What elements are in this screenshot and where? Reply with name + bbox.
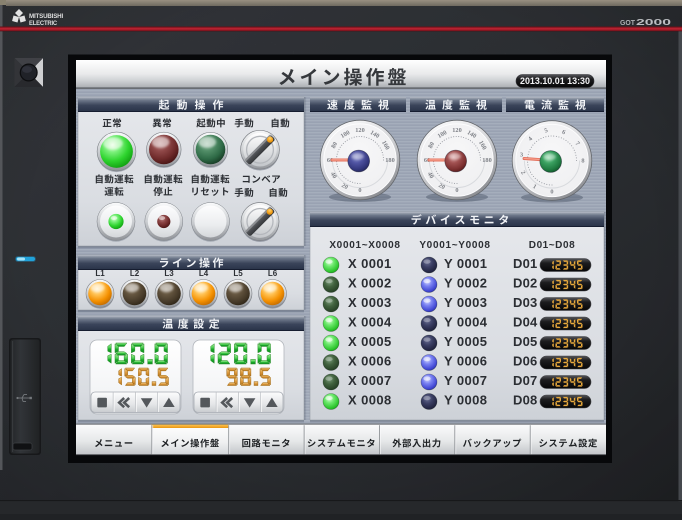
svg-text:X 0007: X 0007 — [348, 373, 392, 388]
svg-text:L2: L2 — [130, 269, 140, 278]
svg-text:L6: L6 — [268, 269, 278, 278]
svg-text:0: 0 — [358, 187, 361, 194]
svg-text:D03: D03 — [513, 295, 537, 310]
svg-text:Y 0001: Y 0001 — [444, 256, 487, 271]
svg-text:0: 0 — [550, 189, 553, 196]
svg-text:120: 120 — [355, 127, 364, 134]
svg-text:ELECTRIC: ELECTRIC — [29, 20, 57, 27]
svg-text:Y 0003: Y 0003 — [444, 295, 487, 310]
svg-text:L1: L1 — [95, 269, 105, 278]
svg-text:X 0001: X 0001 — [348, 256, 392, 271]
svg-text:0: 0 — [455, 187, 458, 194]
svg-text:180: 180 — [385, 157, 394, 164]
svg-text:Y 0002: Y 0002 — [444, 276, 487, 291]
svg-text:D02: D02 — [513, 276, 537, 291]
svg-text:2000: 2000 — [636, 17, 671, 27]
svg-text:Y 0004: Y 0004 — [444, 315, 488, 330]
svg-text:D08: D08 — [513, 393, 537, 408]
svg-text:D07: D07 — [513, 373, 537, 388]
svg-text:L5: L5 — [233, 269, 243, 278]
svg-text:X 0003: X 0003 — [348, 295, 392, 310]
svg-text:Y0001~Y0008: Y0001~Y0008 — [419, 240, 490, 251]
svg-text:X0001~X0008: X0001~X0008 — [329, 240, 400, 251]
svg-text:X 0005: X 0005 — [348, 334, 392, 349]
svg-text:D06: D06 — [513, 354, 537, 369]
svg-text:2013.10.01 13:30: 2013.10.01 13:30 — [520, 76, 590, 86]
svg-text:X 0002: X 0002 — [348, 276, 392, 291]
svg-text:Y 0007: Y 0007 — [444, 373, 487, 388]
svg-text:Y 0006: Y 0006 — [444, 354, 487, 369]
svg-text:3: 3 — [520, 152, 523, 159]
svg-text:D05: D05 — [513, 334, 537, 349]
svg-text:Y 0008: Y 0008 — [444, 393, 487, 408]
svg-text:120: 120 — [452, 127, 461, 134]
svg-text:D01: D01 — [513, 256, 537, 271]
svg-text:8: 8 — [581, 158, 584, 165]
svg-text:Y 0005: Y 0005 — [444, 334, 487, 349]
svg-text:X 0008: X 0008 — [348, 393, 392, 408]
svg-text:L4: L4 — [199, 269, 209, 278]
svg-text:X 0006: X 0006 — [348, 354, 392, 369]
svg-text:GOT: GOT — [620, 20, 636, 27]
svg-text:L3: L3 — [164, 269, 174, 278]
svg-text:D04: D04 — [513, 315, 538, 330]
svg-text:180: 180 — [482, 157, 491, 164]
svg-text:D01~D08: D01~D08 — [529, 240, 575, 251]
svg-text:X 0004: X 0004 — [348, 315, 392, 330]
